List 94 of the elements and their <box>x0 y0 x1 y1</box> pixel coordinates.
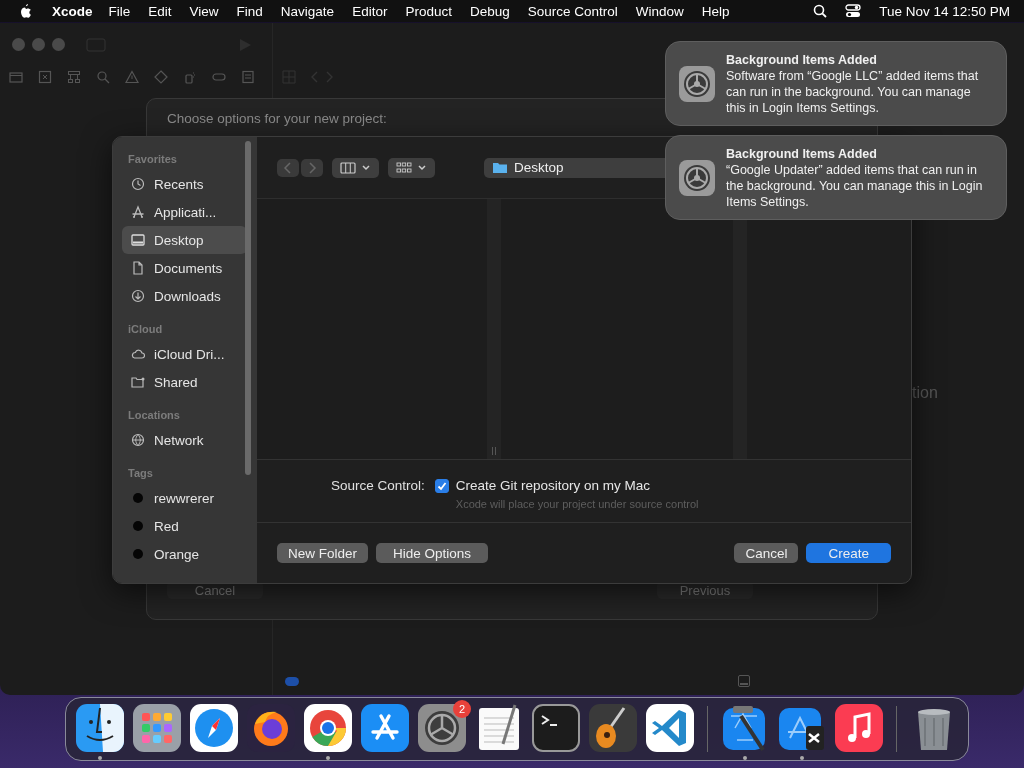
globe-icon <box>131 433 145 447</box>
toggle-switches-icon[interactable] <box>845 4 862 18</box>
terminal-icon[interactable] <box>532 704 580 752</box>
columns-icon <box>340 161 356 174</box>
clock-icon <box>131 177 145 191</box>
menu-item[interactable]: Help <box>701 3 730 19</box>
a-shape-icon[interactable] <box>361 704 409 752</box>
create-button[interactable]: Create <box>806 543 891 563</box>
sidebar-heading: Favorites <box>128 153 178 165</box>
menu-item[interactable]: Navigate <box>280 3 335 19</box>
code-editor-icon[interactable] <box>646 704 694 752</box>
checkmark-icon <box>436 481 447 491</box>
sidebar-item[interactable]: Orange <box>122 540 247 568</box>
sidebar-item[interactable]: Downloads <box>122 282 247 310</box>
notification-text: Software from “Google LLC” added items that can run in the background. You can manage this in Login Items Settings. <box>726 67 980 116</box>
menu-item[interactable]: Window <box>635 3 684 19</box>
status-pill <box>285 677 299 686</box>
notification-card[interactable]: Background Items Added “Google Updater” added items that can run in the background. You can manage this in Login Items Settings. <box>665 135 1007 220</box>
gear-icon <box>678 64 716 103</box>
sidebar-item[interactable]: Shared <box>122 368 247 396</box>
grid-icon <box>396 161 412 174</box>
sidebar-item[interactable]: iCloud Dri... <box>122 340 247 368</box>
menu-item[interactable]: Debug <box>469 3 510 19</box>
dialog-button[interactable]: New Folder <box>277 543 369 563</box>
diamond-icon[interactable] <box>154 70 168 84</box>
sidebar-heading: Locations <box>128 409 181 421</box>
search-icon[interactable] <box>813 4 828 18</box>
notification-badge: 2 <box>453 700 471 718</box>
gear-icon <box>678 158 716 197</box>
window-control[interactable] <box>52 38 65 51</box>
column-view-button[interactable] <box>332 157 379 178</box>
field-label: Source Control: <box>331 477 425 495</box>
checkbox[interactable] <box>434 479 449 493</box>
window-control[interactable] <box>32 38 45 51</box>
icon-view-button[interactable] <box>388 157 435 178</box>
notification-title: Background Items Added <box>726 51 878 68</box>
sidebar-item[interactable]: Red <box>122 512 247 540</box>
tag-dot-icon <box>131 491 145 505</box>
apple-logo-icon[interactable] <box>18 3 32 19</box>
tag-dot-icon <box>131 519 145 533</box>
checkbox-option[interactable]: Create Git repository on my Mac <box>434 477 699 495</box>
notification-card[interactable]: Background Items Added Software from “Google LLC” added items that can run in the background. You can manage this in Login Items Settings. <box>665 41 1007 126</box>
window-control[interactable] <box>12 38 25 51</box>
warning-icon[interactable] <box>125 70 139 84</box>
compass-tool-icon <box>131 205 145 219</box>
folder-icon[interactable] <box>9 70 23 84</box>
back-icon[interactable] <box>277 158 299 177</box>
document-icon <box>131 261 145 275</box>
sidebar-item[interactable]: Network <box>122 426 247 454</box>
menu-clock[interactable]: Tue Nov 14 12:50 PM <box>879 3 1010 19</box>
notification-title: Background Items Added <box>726 145 878 162</box>
menu-item[interactable]: Source Control <box>527 3 618 19</box>
sidebar-heading: Tags <box>128 467 154 479</box>
menu-item[interactable]: Editor <box>352 3 388 19</box>
sidebar-heading: iCloud <box>128 323 164 335</box>
list-icon[interactable] <box>241 70 255 84</box>
face-icon[interactable] <box>76 704 124 752</box>
chevron-down-icon <box>417 163 427 172</box>
navigation-buttons[interactable] <box>277 158 323 177</box>
monitor-icon <box>131 233 145 247</box>
download-icon <box>131 289 145 303</box>
dialog-button[interactable]: Cancel <box>734 543 799 563</box>
compass-icon[interactable] <box>190 704 238 752</box>
tag-dot-icon <box>131 547 145 561</box>
app-grid-icon[interactable] <box>133 704 181 752</box>
sidebar-item[interactable]: Applicati... <box>122 198 247 226</box>
sidebar-item[interactable]: Documents <box>122 254 247 282</box>
hierarchy-icon[interactable] <box>67 70 81 84</box>
dialog-button[interactable]: Hide Options <box>376 543 489 563</box>
menu-item[interactable]: File <box>108 3 131 19</box>
sidebar-item[interactable]: rewwrerer <box>122 484 247 512</box>
gear-icon[interactable] <box>418 704 466 752</box>
hint-text: Xcode will place your project under source control <box>455 498 699 510</box>
guitar-icon[interactable] <box>589 704 637 752</box>
notification-text: “Google Updater” added items that can run in the background. You can manage this in Login Items Settings. <box>726 161 984 210</box>
sidebar-item[interactable]: Recents <box>122 170 247 198</box>
shared-folder-icon <box>131 375 145 389</box>
forward-icon[interactable] <box>301 158 323 177</box>
menu-item[interactable]: Product <box>405 3 452 19</box>
menu-app-name[interactable]: Xcode <box>52 3 93 19</box>
cloud-icon <box>131 347 145 361</box>
resize-grip-icon[interactable] <box>491 447 497 455</box>
square-x-icon[interactable] <box>38 70 52 84</box>
music-note-icon[interactable] <box>835 704 883 752</box>
folder-icon <box>492 161 508 174</box>
chevron-down-icon <box>361 163 371 172</box>
menu-item[interactable]: Edit <box>148 3 172 19</box>
sidebar-item[interactable]: Desktop <box>122 226 247 254</box>
scrollbar[interactable] <box>245 141 251 475</box>
menu-item[interactable]: Find <box>236 3 263 19</box>
tag-icon[interactable] <box>212 70 226 84</box>
sheet-title: Choose options for your new project: <box>167 111 387 126</box>
menu-item[interactable]: View <box>189 3 219 19</box>
panel-toggle-icon[interactable] <box>738 675 750 687</box>
